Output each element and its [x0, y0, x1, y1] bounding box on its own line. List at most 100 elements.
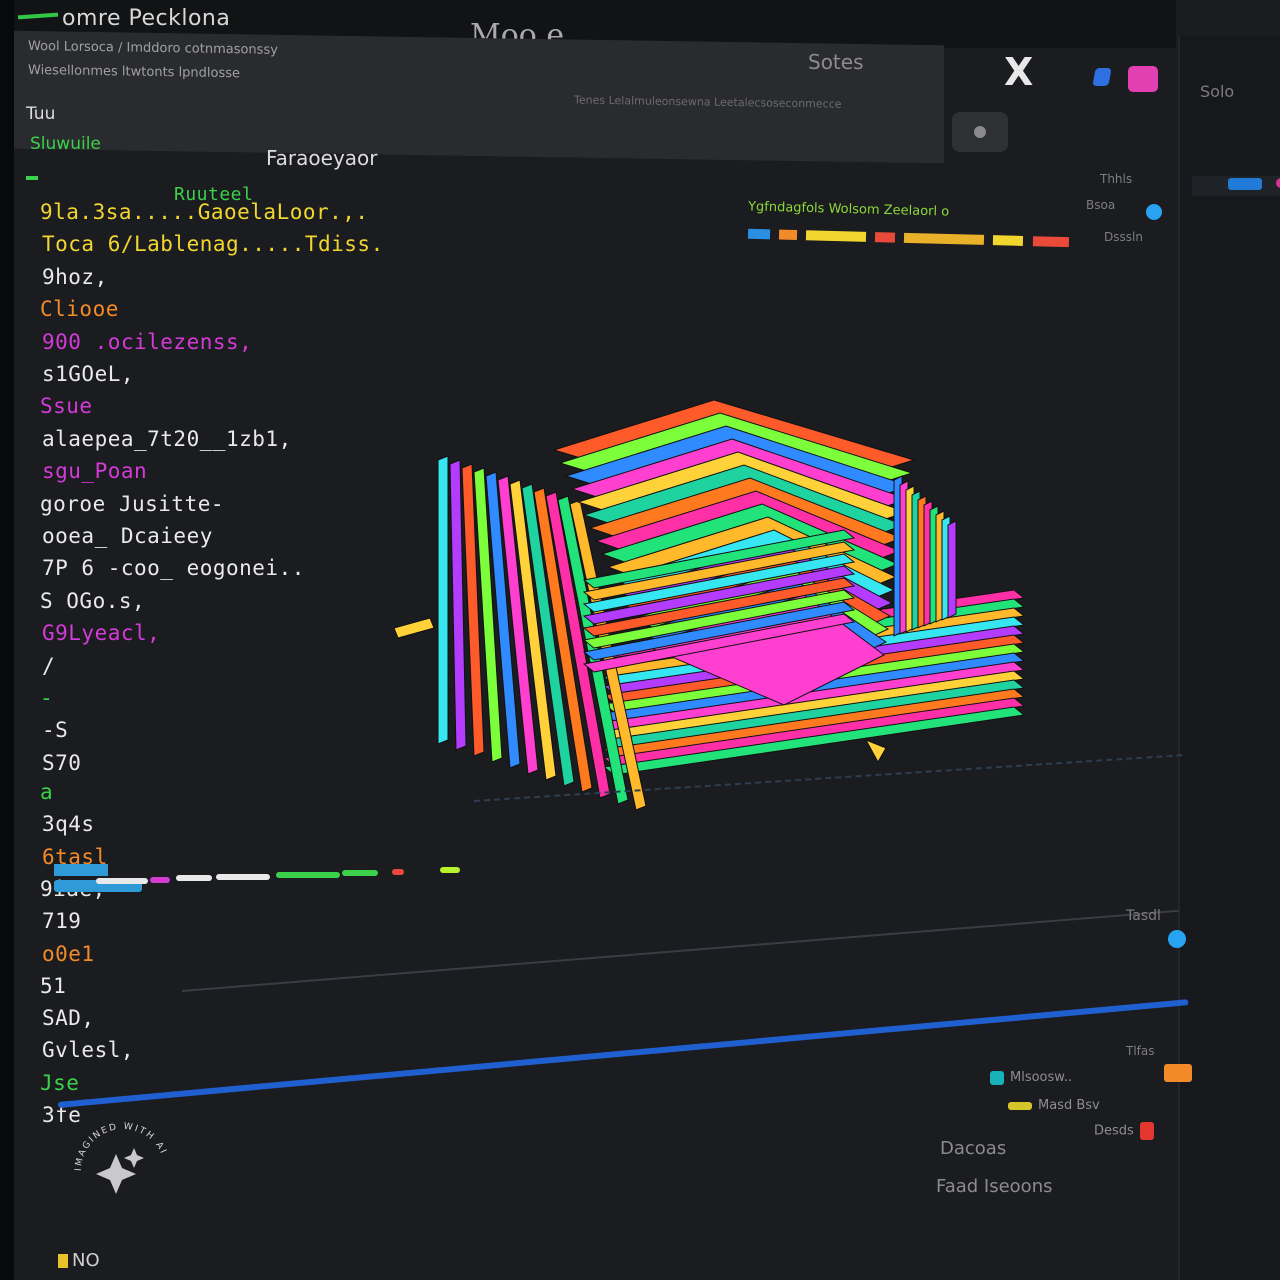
legend-label: Masd Bsv [1038, 1098, 1100, 1113]
code-line[interactable]: Jse [40, 1071, 79, 1095]
code-line[interactable]: 3q4s [42, 812, 95, 836]
code-line[interactable]: 7P 6 -coo_ eogonei.. [42, 556, 305, 580]
right-sidebar-blip [1228, 178, 1262, 190]
panel-label-tuu: Tuu [26, 104, 56, 124]
timeline-playhead[interactable] [54, 864, 108, 876]
syntax-chunk [993, 235, 1024, 246]
3d-model-viewport[interactable] [374, 360, 1054, 830]
horizontal-slider[interactable] [57, 999, 1189, 1108]
code-line[interactable]: G9Lyeacl, [42, 621, 160, 645]
panel-label-subtitle[interactable]: Sluwuile [30, 134, 101, 154]
legend-label: Desds [1094, 1123, 1134, 1139]
banner-detail: Tenes Lelalmuleonsewna Leetalecsoseconme… [574, 93, 842, 111]
legend-orange[interactable] [1164, 1064, 1198, 1082]
code-line[interactable]: alaepea_7t20__1zb1, [42, 427, 292, 451]
code-line[interactable]: SAD, [42, 1006, 95, 1030]
app-accent-mark [17, 12, 59, 20]
banner-action-button[interactable] [952, 112, 1008, 152]
bottom-tag-text: NO [72, 1250, 100, 1271]
guide-line [181, 909, 1179, 992]
code-line[interactable]: Toca 6/Lablenag.....Tdiss. [42, 232, 384, 256]
legend-swatch [1008, 1101, 1032, 1110]
code-line[interactable]: a [40, 780, 53, 804]
bottom-tag: NO [58, 1250, 100, 1271]
slider-dot-icon[interactable] [1168, 930, 1186, 948]
syntax-chunk [904, 232, 985, 245]
code-line[interactable]: Cliooe [40, 297, 119, 321]
timeline-segment [276, 872, 340, 878]
syntax-summary: Ygfndagfols Wolsom Zeelaorl o [747, 199, 950, 220]
legend-row-3: Desds [1094, 1122, 1160, 1140]
close-icon[interactable]: X [1004, 50, 1033, 94]
timeline-segment [176, 875, 212, 882]
legend-swatch [990, 1070, 1004, 1085]
timeline-segment [216, 873, 270, 880]
watermark-text: IMAGINED WITH AI [74, 1122, 166, 1171]
right-stat-1: Thhls [1100, 172, 1133, 186]
code-line[interactable]: S70 [42, 751, 81, 775]
notification-banner: Wool Lorsoca / Imddoro cotnmasonssy Wies… [14, 30, 944, 164]
svg-text:IMAGINED WITH AI: IMAGINED WITH AI [74, 1122, 168, 1171]
code-line[interactable]: 900 .ocilezenss, [42, 330, 252, 354]
syntax-chunk [747, 228, 771, 240]
code-line[interactable]: -S [42, 718, 68, 742]
model-side-stratum [437, 455, 449, 745]
right-stat-3: Dsssln [1104, 230, 1143, 244]
legend-label: Mlsoosw.. [1010, 1070, 1072, 1085]
code-line[interactable]: 719 [42, 909, 81, 933]
code-line[interactable]: S OGo.s, [40, 589, 145, 613]
code-line[interactable]: - [40, 686, 53, 710]
legend-row-2: Masd Bsv [1008, 1098, 1100, 1113]
code-line[interactable]: ooea_ Dcaieey [42, 524, 213, 548]
flag-icon [58, 1254, 68, 1268]
code-line[interactable]: Ssue [40, 394, 93, 418]
banner-line-1: Wool Lorsoca / Imddoro cotnmasonssy [28, 38, 278, 58]
right-stat-5: Tlfas [1126, 1044, 1155, 1058]
app-title: omre Pecklona [62, 6, 231, 31]
status-dot-icon[interactable] [1146, 204, 1162, 220]
app-window: omre Pecklona Moo e Wool Lorsoca / Imddo… [14, 0, 1280, 1280]
model-front-stratum [947, 520, 957, 619]
code-line[interactable]: 9la.3sa.....GaoelaLoor.,. [40, 200, 369, 224]
blue-status-icon[interactable] [1092, 68, 1112, 86]
syntax-chunk [1032, 236, 1069, 248]
model-arrow-marker [864, 739, 887, 764]
panel-heading: Faraoeyaor [266, 146, 378, 170]
orange-swatch [1164, 1064, 1192, 1082]
syntax-chunk [806, 230, 867, 242]
menu-sotes[interactable]: Sotes [808, 50, 864, 74]
banner-line-2: Wiesellonmes ltwtonts lpndlosse [28, 62, 241, 82]
footer-label-2[interactable]: Faad Iseoons [936, 1176, 1052, 1197]
red-swatch [1139, 1122, 1154, 1140]
model-ledge [393, 617, 435, 639]
gutter-marker [26, 176, 38, 180]
right-sidebar-label: Solo [1200, 82, 1235, 101]
right-stat-4: Tasdl [1126, 908, 1161, 924]
code-line[interactable]: goroe Jusitte- [40, 492, 224, 516]
ai-watermark-badge: IMAGINED WITH AI [74, 1122, 168, 1194]
timeline-segment [342, 870, 378, 877]
code-line[interactable]: 51 [40, 974, 66, 998]
legend-row-1: Mlsoosw.. [990, 1070, 1072, 1085]
right-sidebar-dot [1276, 178, 1280, 188]
dot-icon [974, 126, 986, 138]
code-line[interactable]: s1GOeL, [42, 362, 134, 386]
code-line[interactable]: 9hoz, [42, 265, 108, 289]
code-line[interactable]: Gvlesl, [42, 1038, 134, 1062]
code-line[interactable]: / [42, 654, 55, 678]
footer-label-1[interactable]: Dacoas [940, 1138, 1006, 1159]
code-line[interactable]: sgu_Poan [42, 459, 147, 483]
syntax-color-strip [747, 224, 1073, 251]
right-stat-2: Bsoa [1086, 198, 1116, 212]
monitor-bezel [0, 0, 14, 1280]
code-line[interactable]: o0e1 [42, 942, 95, 966]
timeline-segment [150, 876, 170, 883]
sparkle-icon [124, 1148, 144, 1168]
timeline-segment [96, 878, 148, 885]
right-sidebar-bar[interactable] [1192, 176, 1280, 196]
syntax-chunk [875, 232, 896, 243]
timeline-segment [440, 867, 460, 874]
pink-status-icon[interactable] [1128, 66, 1158, 92]
syntax-chunk [778, 229, 798, 241]
right-sidebar: Solo [1178, 36, 1280, 1280]
